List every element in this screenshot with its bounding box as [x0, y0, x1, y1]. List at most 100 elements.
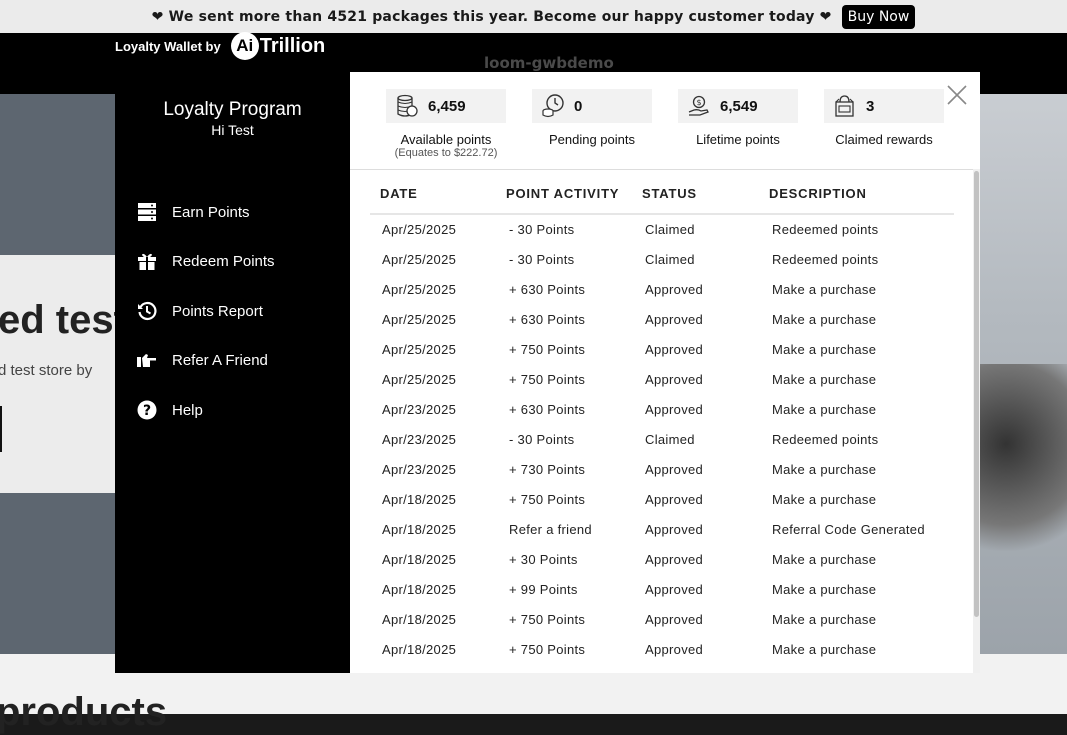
stat-value: 6,459 — [428, 97, 466, 115]
sidebar-item-refer-a-friend[interactable]: Refer A Friend — [137, 350, 268, 370]
cell-description: Redeemed points — [772, 252, 879, 267]
cell-status: Approved — [645, 312, 704, 327]
hero-button[interactable] — [0, 406, 2, 452]
points-history-table: DATE POINT ACTIVITY STATUS DESCRIPTION A… — [370, 175, 954, 673]
stat-box: $ 6,549 — [678, 89, 798, 123]
cell-point-activity: + 30 Points — [509, 552, 578, 567]
cell-point-activity: + 750 Points — [509, 372, 586, 387]
cell-status: Approved — [645, 522, 704, 537]
column-header-date: DATE — [380, 186, 418, 201]
cell-description: Make a purchase — [772, 282, 877, 297]
table-row: Apr/25/2025 - 30 Points Claimed Redeemed po… — [370, 215, 954, 245]
cell-status: Claimed — [645, 222, 695, 237]
cell-point-activity: + 750 Points — [509, 492, 586, 507]
history-icon — [138, 301, 157, 321]
cell-date: Apr/18/2025 — [382, 612, 457, 627]
table-row: Apr/23/2025 + 630 Points Approved Make a pu… — [370, 395, 954, 425]
aitrillion-logo: Ai Trillion — [230, 32, 325, 60]
announcement-text: ❤ We sent more than 4521 packages this y… — [151, 8, 832, 25]
table-row: Apr/18/2025 + 30 Points Approved Make a pur… — [370, 545, 954, 575]
cell-point-activity: - 30 Points — [509, 432, 575, 447]
cell-point-activity: + 750 Points — [509, 642, 586, 657]
table-row: Apr/25/2025 + 630 Points Approved Make a pu… — [370, 305, 954, 335]
table-row: Apr/25/2025 + 630 Points Approved Make a pu… — [370, 275, 954, 305]
cell-status: Approved — [645, 462, 704, 477]
stat-value: 3 — [866, 97, 875, 115]
buy-now-button[interactable]: Buy Now — [841, 4, 916, 29]
cell-status: Approved — [645, 492, 704, 507]
gift-icon — [138, 253, 156, 270]
products-title: products — [0, 690, 168, 734]
cell-description: Make a purchase — [772, 582, 877, 597]
user-greeting: Hi Test — [211, 122, 254, 138]
stat-label: Available points — [400, 132, 492, 147]
close-icon[interactable] — [946, 84, 968, 106]
cell-description: Referral Code Generated — [772, 522, 925, 537]
cell-date: Apr/25/2025 — [382, 342, 457, 357]
cell-description: Make a purchase — [772, 312, 877, 327]
cell-date: Apr/23/2025 — [382, 402, 457, 417]
cell-date: Apr/18/2025 — [382, 492, 457, 507]
cell-description: Make a purchase — [772, 492, 877, 507]
column-header-description: DESCRIPTION — [769, 186, 867, 201]
stat-label: Pending points — [548, 132, 635, 147]
cell-point-activity: - 30 Points — [509, 252, 575, 267]
svg-text:?: ? — [143, 403, 151, 419]
cell-point-activity: + 630 Points — [509, 312, 586, 327]
announcement-bar: ❤ We sent more than 4521 packages this y… — [0, 0, 1067, 33]
cell-description: Make a purchase — [772, 552, 877, 567]
table-header: DATE POINT ACTIVITY STATUS DESCRIPTION — [370, 175, 954, 215]
stat-label: Claimed rewards — [835, 132, 933, 147]
table-row: Apr/25/2025 + 750 Points Approved Make a pu… — [370, 365, 954, 395]
scrollbar-thumb[interactable] — [974, 171, 979, 617]
cell-description: Redeemed points — [772, 222, 879, 237]
cell-description: Make a purchase — [772, 372, 877, 387]
stat-box: 3 — [824, 89, 944, 123]
table-row: Apr/18/2025 + 99 Points Approved Make a pur… — [370, 575, 954, 605]
table-row: Apr/23/2025 - 30 Points Claimed Redeemed po… — [370, 425, 954, 455]
stat-box: 6,459 — [386, 89, 506, 123]
help-icon: ? — [137, 400, 157, 420]
store-name[interactable]: loom-gwbdemo — [484, 54, 614, 72]
hero-image — [980, 94, 1067, 654]
pointing-hand-icon — [137, 354, 156, 367]
sidebar-item-label: Refer A Friend — [172, 351, 268, 369]
cell-status: Approved — [645, 612, 704, 627]
svg-text:$: $ — [696, 98, 701, 107]
stat-value: 0 — [574, 97, 583, 115]
hero-subtitle: d test store by — [0, 362, 93, 379]
wallet-brand-label: Loyalty Wallet by — [115, 38, 221, 54]
cell-date: Apr/25/2025 — [382, 372, 457, 387]
table-row: Apr/18/2025 Refer a friend Approved Referra… — [370, 515, 954, 545]
table-row: Apr/25/2025 - 30 Points Claimed Redeemed po… — [370, 245, 954, 275]
coins-icon — [397, 94, 418, 117]
cell-description: Redeemed points — [772, 432, 879, 447]
cell-date: Apr/18/2025 — [382, 552, 457, 567]
sidebar-item-redeem-points[interactable]: Redeem Points — [137, 251, 275, 271]
table-scrollbar[interactable] — [973, 169, 980, 673]
program-title: Loyalty Program — [163, 99, 302, 120]
sidebar-item-points-report[interactable]: Points Report — [137, 301, 263, 321]
cell-date: Apr/18/2025 — [382, 522, 457, 537]
stat-value: 6,549 — [720, 97, 758, 115]
hand-coin-icon: $ — [688, 95, 709, 116]
clock-coins-icon — [542, 94, 564, 118]
table-row: Apr/18/2025 + 750 Points Approved Make a pu… — [370, 485, 954, 515]
cell-status: Approved — [645, 552, 704, 567]
table-row: Apr/18/2025 + 750 Points Approved Make a pu… — [370, 635, 954, 665]
cell-description: Make a purchase — [772, 462, 877, 477]
table-row: Apr/23/2025 + 730 Points Approved Make a pu… — [370, 455, 954, 485]
stat-box: 0 — [532, 89, 652, 123]
cell-description: Make a purchase — [772, 612, 877, 627]
sidebar-item-earn-points[interactable]: Earn Points — [137, 202, 250, 222]
cell-status: Approved — [645, 642, 704, 657]
sidebar-item-help[interactable]: ? Help — [137, 400, 203, 420]
cell-description: Make a purchase — [772, 342, 877, 357]
sidebar-item-label: Redeem Points — [172, 252, 275, 270]
stat-label: Lifetime points — [696, 132, 780, 147]
cell-status: Approved — [645, 282, 704, 297]
sidebar-item-label: Points Report — [172, 302, 263, 320]
cell-point-activity: - 30 Points — [509, 222, 575, 237]
table-row: Apr/25/2025 + 750 Points Approved Make a pu… — [370, 335, 954, 365]
points-equivalent: (Equates to $222.72) — [394, 147, 498, 159]
